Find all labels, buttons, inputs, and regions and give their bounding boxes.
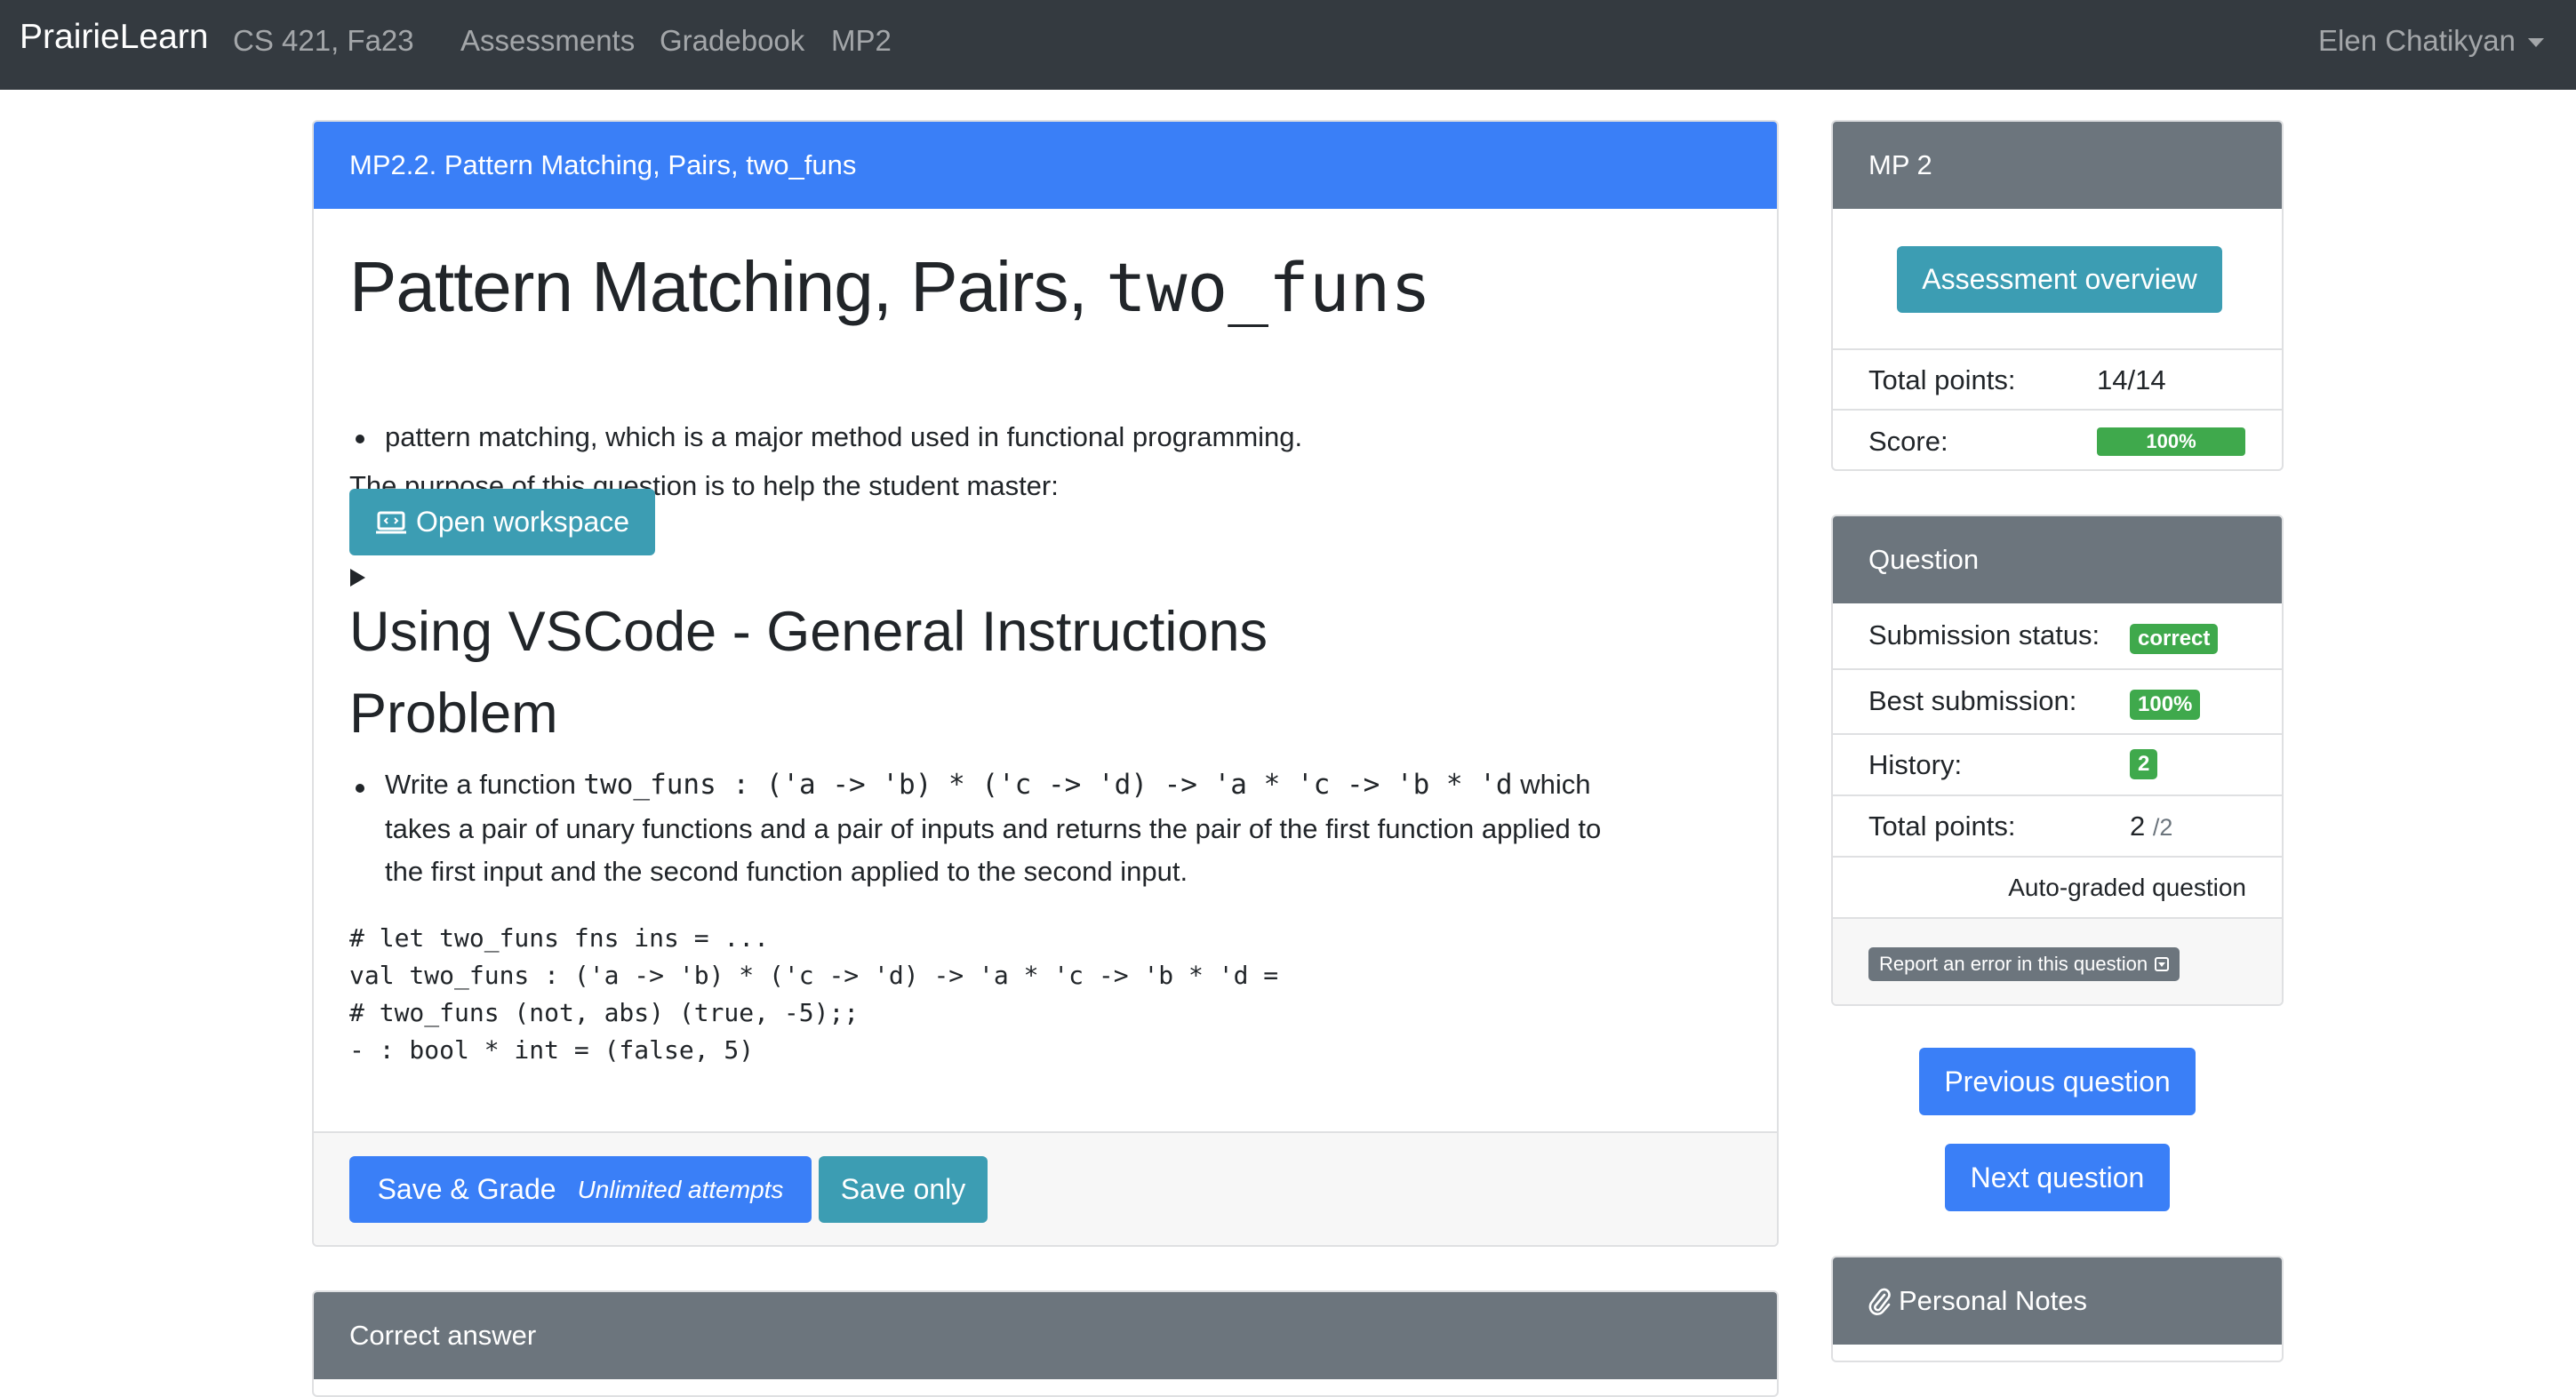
problem-line-3: the first input and the second function … (385, 856, 1188, 887)
question-total-points-row: Total points: 2 /2 (1833, 794, 2282, 856)
auto-graded-label: Auto-graded question (2008, 874, 2246, 901)
submission-status-label: Submission status: (1868, 619, 2100, 651)
nav-assessments[interactable]: Assessments (460, 24, 635, 58)
top-navbar: PrairieLearn CS 421, Fa23 Assessments Gr… (0, 0, 2576, 90)
heading-vscode-instructions: Using VSCode - General Instructions (349, 601, 1268, 663)
previous-question-button[interactable]: Previous question (1919, 1048, 2196, 1115)
bullet-dot (356, 784, 364, 793)
disclosure-triangle-icon[interactable] (350, 569, 365, 587)
points-max: /2 (2152, 814, 2173, 841)
personal-notes-label: Personal Notes (1899, 1285, 2087, 1316)
problem-line-1: Write a function two_funs : ('a -> 'b) *… (385, 769, 1590, 801)
open-workspace-label: Open workspace (415, 506, 630, 538)
assessment-score-row: Score: 100% (1833, 409, 2282, 469)
question-card: MP2.2. Pattern Matching, Pairs, two_funs… (312, 120, 1779, 1247)
question-info-card: Question Submission status: correct Best… (1831, 515, 2284, 1006)
caret-square-down-icon (2155, 957, 2170, 971)
question-title: Pattern Matching, Pairs, two_funs (349, 246, 1431, 328)
personal-notes-header: Personal Notes (1833, 1257, 2282, 1345)
unlimited-attempts-label: Unlimited attempts (577, 1175, 784, 1203)
code-example: # let two_funs fns ins = ... val two_funs… (349, 920, 1278, 1069)
auto-graded-row: Auto-graded question (1833, 856, 2282, 917)
nav-mp2[interactable]: MP2 (831, 24, 892, 58)
total-points-label: Total points: (1868, 364, 2016, 395)
user-menu[interactable]: Elen Chatikyan (2318, 24, 2544, 58)
score-progress-bar: 100% (2097, 427, 2245, 456)
personal-notes-card: Personal Notes (1831, 1256, 2284, 1362)
history-label: History: (1868, 749, 1963, 780)
submission-status-badge: correct (2130, 624, 2219, 654)
save-grade-button[interactable]: Save & Grade Unlimited attempts (349, 1156, 812, 1223)
open-workspace-button[interactable]: Open workspace (349, 489, 655, 555)
correct-answer-header: Correct answer (314, 1292, 1777, 1379)
question-title-code: two_funs (1105, 248, 1431, 327)
assessment-overview-button[interactable]: Assessment overview (1897, 246, 2222, 313)
correct-answer-card: Correct answer (312, 1290, 1779, 1397)
history-badge[interactable]: 2 (2130, 749, 2158, 779)
brand-link[interactable]: PrairieLearn (20, 18, 208, 57)
submission-status-row: Submission status: correct (1833, 603, 2282, 668)
problem-prefix: Write a function (385, 769, 584, 800)
bullet-dot (356, 435, 364, 443)
problem-signature: two_funs : ('a -> 'b) * ('c -> 'd) -> 'a… (583, 769, 1513, 801)
save-only-button[interactable]: Save only (819, 1156, 988, 1223)
heading-problem: Problem (349, 683, 558, 745)
question-card-header: MP2.2. Pattern Matching, Pairs, two_funs (314, 122, 1777, 209)
code-line: # two_funs (not, abs) (true, -5);; (349, 998, 860, 1027)
save-grade-label: Save & Grade (377, 1173, 556, 1205)
chevron-down-icon (2528, 38, 2544, 48)
workspace-icon (375, 511, 406, 533)
assessment-card: MP 2 Assessment overview Total points: 1… (1831, 120, 2284, 471)
user-name: Elen Chatikyan (2318, 24, 2516, 57)
report-error-label: Report an error in this question (1879, 953, 2148, 975)
problem-line-2: takes a pair of unary functions and a pa… (385, 813, 1602, 844)
assessment-total-points-row: Total points: 14/14 (1833, 348, 2282, 409)
next-question-button[interactable]: Next question (1945, 1144, 2170, 1211)
best-submission-row: Best submission: 100% (1833, 668, 2282, 733)
code-line: val two_funs : ('a -> 'b) * ('c -> 'd) -… (349, 961, 1279, 990)
report-error-button[interactable]: Report an error in this question (1868, 947, 2180, 981)
best-submission-label: Best submission: (1868, 685, 2077, 716)
course-link[interactable]: CS 421, Fa23 (233, 24, 414, 58)
score-progress-fill: 100% (2097, 427, 2245, 456)
purpose-bullet: pattern matching, which is a major metho… (385, 421, 1303, 452)
code-line: # let two_funs fns ins = ... (349, 923, 770, 953)
assessment-card-header: MP 2 (1833, 122, 2282, 209)
nav-gradebook[interactable]: Gradebook (660, 24, 804, 58)
score-label: Score: (1868, 426, 1948, 457)
total-points-value: 14/14 (2097, 364, 2166, 395)
question-footer: Save & Grade Unlimited attempts Save only (314, 1131, 1777, 1245)
question-total-points-value: 2 /2 (2130, 810, 2172, 842)
question-info-header: Question (1833, 516, 2282, 603)
report-bar: Report an error in this question (1833, 917, 2282, 1004)
history-row: History: 2 (1833, 733, 2282, 794)
problem-suffix: which (1512, 769, 1591, 800)
best-submission-badge: 100% (2130, 690, 2201, 720)
code-line: - : bool * int = (false, 5) (349, 1035, 755, 1065)
question-total-points-label: Total points: (1868, 810, 2016, 842)
paperclip-icon (1868, 1288, 1891, 1315)
points-earned: 2 (2130, 810, 2146, 842)
question-title-text: Pattern Matching, Pairs, (349, 247, 1106, 326)
